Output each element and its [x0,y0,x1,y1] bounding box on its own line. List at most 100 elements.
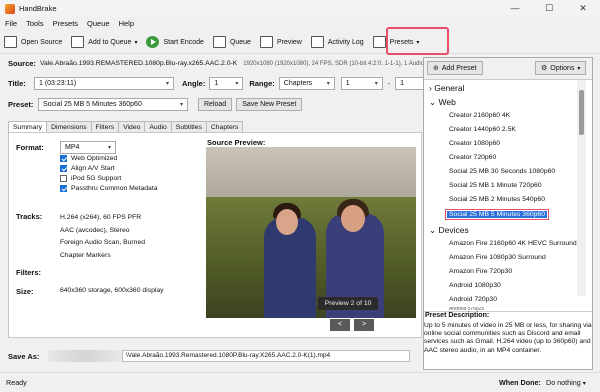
reload-button[interactable]: Reload [198,98,233,111]
preset-item-selected[interactable]: Social 25 MB 5 Minutes 360p60 [445,209,549,220]
menu-help[interactable]: Help [119,19,134,28]
menu-file[interactable]: File [5,19,17,28]
queue-label: Queue [229,38,251,46]
preset-item[interactable]: Creator 1440p60 2.5K [449,126,516,133]
plus-circle-icon: ⊕ [433,65,439,72]
size-value: 640x360 storage, 600x360 display [60,287,164,294]
align-av-start-checkbox[interactable]: Align A/V Start [60,165,158,172]
checkbox-unchecked-icon [60,175,67,182]
maximize-button[interactable]: ☐ [532,0,566,17]
preset-item[interactable]: Android 1080p30 [449,282,501,289]
tab-chapters[interactable]: Chapters [205,121,244,132]
presets-highlight-box [386,27,449,55]
chevron-down-icon: ⌄ [429,225,437,235]
range-from-select[interactable]: 1 ▾ [340,77,383,90]
format-options: Web Optimized Align A/V Start iPod 5G Su… [60,155,158,195]
preset-select[interactable]: Social 25 MB 5 Minutes 360p60 ▾ [38,98,188,111]
preset-group-general[interactable]: › General [429,83,464,93]
web-optimized-checkbox[interactable]: Web Optimized [60,155,158,162]
passthru-metadata-checkbox[interactable]: Passthru Common Metadata [60,185,158,192]
title-row: Title: 1 (03:23:11) ▾ Angle: 1 ▾ Range: Ch… [8,77,443,90]
presets-scrollbar-thumb[interactable] [579,90,584,135]
tab-filters[interactable]: Filters [90,121,120,132]
settings-tabs: Summary Dimensions Filters Video Audio S… [8,121,244,132]
save-new-preset-button[interactable]: Save New Preset [236,98,303,111]
checkbox-checked-icon [60,155,67,162]
start-encode-label: Start Encode [163,38,204,46]
ipod-5g-support-label: iPod 5G Support [71,175,122,182]
toolbar: Open Source Add to Queue ▾ Start Encode … [0,31,600,54]
preset-item[interactable]: Creator 1080p60 [449,140,500,147]
add-to-queue-button[interactable]: Add to Queue ▾ [71,36,137,48]
chevron-down-icon: ▾ [107,145,111,151]
chevron-down-icon: ▾ [235,81,239,87]
tracks-list: H.264 (x264), 60 FPS PFR AAC (avcodec), … [60,212,145,262]
title-select[interactable]: 1 (03:23:11) ▾ [34,77,174,90]
add-preset-button[interactable]: ⊕ Add Preset [427,61,483,75]
menu-bar: File Tools Presets Queue Help [0,17,600,30]
menu-presets[interactable]: Presets [53,19,78,28]
tab-subtitles[interactable]: Subtitles [170,121,207,132]
chevron-down-icon: ▾ [582,381,586,387]
filmstrip-icon [259,36,273,48]
menu-queue[interactable]: Queue [87,19,110,28]
add-to-queue-label: Add to Queue [88,38,132,46]
size-label: Size: [16,287,34,296]
preset-item[interactable]: Social 25 MB 30 Seconds 1080p60 [449,168,555,175]
play-icon [146,36,160,48]
angle-select[interactable]: 1 ▾ [209,77,244,90]
preview-prev-button[interactable]: < [330,319,350,331]
options-button[interactable]: ⚙ Options ▾ [535,61,587,75]
minimize-button[interactable]: — [498,0,532,17]
preset-item[interactable]: Social 25 MB 1 Minute 720p60 [449,182,542,189]
menu-tools[interactable]: Tools [26,19,44,28]
start-encode-button[interactable]: Start Encode [146,36,204,48]
chevron-down-icon: ▾ [134,39,138,46]
status-bar: Ready When Done: Do nothing ▾ [0,372,600,392]
options-label: Options [550,64,575,72]
tab-video[interactable]: Video [118,121,146,132]
preset-item[interactable]: Amazon Fire 2160p60 4K HEVC Surround [449,240,577,247]
preview-next-button[interactable]: > [354,319,374,331]
align-av-start-label: Align A/V Start [71,165,115,172]
tab-audio[interactable]: Audio [144,121,172,132]
preset-value: Social 25 MB 5 Minutes 360p60 [43,101,142,108]
chevron-down-icon: ▾ [179,102,183,108]
status-text: Ready [6,378,27,387]
open-source-button[interactable]: Open Source [4,36,62,48]
preset-item[interactable]: Android 720p30 [449,296,497,303]
preview-button[interactable]: Preview [259,36,302,48]
save-as-row: Save As: \Vale.Abraão.1993.Remastered.10… [8,350,410,362]
preview-counter: Preview 2 of 10 [318,297,378,310]
activity-log-button[interactable]: Activity Log [310,36,364,48]
format-select[interactable]: MP4 ▾ [60,141,116,154]
tab-summary[interactable]: Summary [8,121,48,132]
source-label: Source: [8,59,36,68]
preset-group-web[interactable]: ⌄ Web [429,97,456,108]
tab-dimensions[interactable]: Dimensions [46,121,92,132]
preset-group-devices[interactable]: ⌄ Devices [429,225,469,236]
preset-item[interactable]: Creator 720p60 [449,154,496,161]
track-item: AAC (avcodec), Stereo [60,226,130,234]
queue-button[interactable]: Queue [212,36,251,48]
preset-item[interactable]: Amazon Fire 720p30 [449,268,512,275]
ipod-5g-support-checkbox[interactable]: iPod 5G Support [60,175,158,182]
chevron-down-icon: ⌄ [429,97,437,107]
preset-item[interactable]: Social 25 MB 2 Minutes 540p60 [449,196,545,203]
range-type-select[interactable]: Chapters ▾ [278,77,335,90]
preset-item[interactable]: Creator 2160p60 4K [449,112,510,119]
open-source-label: Open Source [21,38,63,46]
source-row: Source: Vale.Abraão.1993.REMASTERED.1080… [8,59,424,68]
close-button[interactable]: ✕ [566,0,600,17]
track-item: Foreign Audio Scan, Burned [60,239,146,246]
activity-log-label: Activity Log [327,38,364,46]
preset-item[interactable]: Amazon Fire 1080p30 Surround [449,254,546,261]
save-as-input[interactable]: \Vale.Abraão.1993.Remastered.1080P.Blu-r… [122,350,410,362]
group-label: General [434,83,465,93]
preset-description-label: Preset Description: [425,312,490,319]
range-to-value: 1 [400,80,405,87]
angle-label: Angle: [182,79,206,88]
when-done-select[interactable]: Do nothing ▾ [546,378,586,387]
track-item: H.264 (x264), 60 FPS PFR [60,214,142,221]
chevron-right-icon: › [429,83,432,93]
